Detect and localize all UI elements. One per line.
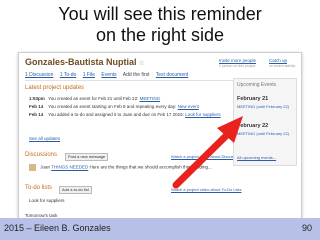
red-arrow-icon <box>172 116 243 189</box>
page-number: 90 <box>301 223 312 233</box>
arrow-shaft <box>172 127 235 189</box>
footer-credit: 2015 – Eileen B. Gonzales <box>4 223 111 233</box>
slide-footer: 2015 – Eileen B. Gonzales 90 <box>0 218 320 240</box>
